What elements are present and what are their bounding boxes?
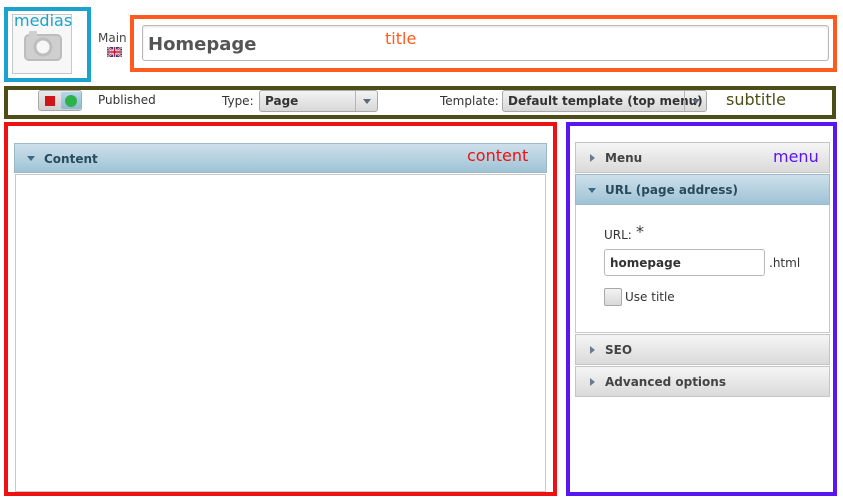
camera-icon bbox=[24, 31, 62, 61]
url-label: URL: bbox=[604, 228, 632, 242]
url-input[interactable]: homepage bbox=[604, 249, 765, 276]
content-annotation: content bbox=[467, 146, 529, 165]
template-select[interactable]: Default template (top menu) bbox=[502, 90, 707, 112]
page-title-value: Homepage bbox=[148, 34, 257, 55]
uk-flag-icon[interactable] bbox=[107, 47, 122, 57]
template-label: Template: bbox=[440, 94, 499, 108]
offline-icon[interactable] bbox=[45, 96, 55, 106]
use-title-label[interactable]: Use title bbox=[625, 290, 675, 304]
status-label: Published bbox=[98, 93, 156, 107]
template-select-value: Default template (top menu) bbox=[508, 94, 703, 108]
use-title-checkbox[interactable] bbox=[604, 288, 622, 306]
accordion-url[interactable]: URL (page address) bbox=[575, 174, 830, 205]
required-mark: * bbox=[636, 222, 644, 241]
collapsed-arrow-icon bbox=[590, 154, 595, 162]
type-label: Type: bbox=[222, 94, 254, 108]
expanded-arrow-icon bbox=[27, 156, 35, 161]
page-title-input[interactable]: Homepage bbox=[142, 25, 829, 61]
content-panel-body[interactable] bbox=[15, 174, 546, 492]
menu-annotation: menu bbox=[773, 147, 819, 166]
chevron-down-icon[interactable] bbox=[684, 91, 706, 111]
accordion-menu-label: Menu bbox=[605, 151, 643, 165]
url-extension: .html bbox=[769, 256, 801, 270]
content-panel-title: Content bbox=[44, 152, 98, 166]
accordion-seo-label: SEO bbox=[605, 343, 633, 357]
title-annotation: title bbox=[385, 29, 417, 48]
accordion-seo[interactable]: SEO bbox=[575, 334, 830, 365]
type-select-value: Page bbox=[265, 94, 299, 108]
collapsed-arrow-icon bbox=[590, 378, 595, 386]
medias-annotation: medias bbox=[14, 11, 73, 30]
url-input-value: homepage bbox=[610, 256, 681, 270]
accordion-advanced-label: Advanced options bbox=[605, 375, 726, 389]
language-label: Main bbox=[98, 31, 127, 45]
accordion-advanced[interactable]: Advanced options bbox=[575, 366, 830, 397]
subtitle-annotation: subtitle bbox=[726, 90, 786, 109]
collapsed-arrow-icon bbox=[590, 346, 595, 354]
online-icon[interactable] bbox=[65, 95, 77, 107]
accordion-url-label: URL (page address) bbox=[605, 183, 738, 197]
expanded-arrow-icon bbox=[588, 188, 596, 193]
chevron-down-icon[interactable] bbox=[355, 91, 377, 111]
publish-toggle[interactable] bbox=[38, 90, 82, 111]
type-select[interactable]: Page bbox=[259, 90, 378, 112]
